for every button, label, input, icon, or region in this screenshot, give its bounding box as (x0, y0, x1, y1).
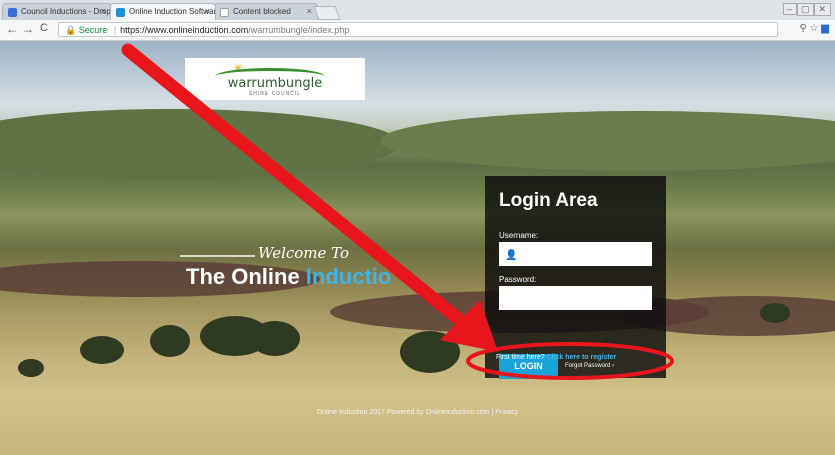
url-host: https://www.onlineinduction.com (120, 25, 249, 35)
new-tab-button[interactable] (313, 6, 341, 20)
close-icon[interactable]: × (307, 6, 312, 16)
site-favicon-icon (116, 8, 125, 17)
headline-white: The Online (186, 264, 306, 289)
council-logo: ✳ warrumbungle SHIRE COUNCIL (185, 58, 365, 100)
tab-online-induction[interactable]: Online Induction Software × (110, 3, 216, 20)
username-label: Username: (499, 231, 539, 240)
tab-title: Online Induction Software (129, 7, 216, 16)
tab-content-blocked[interactable]: Content blocked × (214, 3, 318, 20)
close-icon[interactable]: × (101, 6, 106, 16)
user-icon: 👤 (505, 250, 518, 261)
back-button[interactable]: ← (6, 22, 18, 36)
tab-title: Content blocked (233, 7, 291, 16)
tree (150, 325, 190, 357)
page-icon (220, 8, 229, 17)
tree (250, 321, 300, 356)
tree (400, 331, 460, 373)
tree (18, 359, 44, 377)
star-icon[interactable]: ☆ (810, 23, 819, 34)
toolbar-icons: ⚲ ☆ ▆ (799, 23, 829, 34)
logo-name: warrumbungle (227, 76, 323, 91)
reload-button[interactable]: C (40, 22, 48, 34)
logo-subtitle: SHIRE COUNCIL (248, 91, 302, 97)
address-bar: ← → C 🔒 Secure | https://www.onlineinduct… (0, 20, 835, 41)
tree (760, 303, 790, 323)
extension-icon[interactable]: ▆ (821, 23, 829, 34)
page-background: ✳ warrumbungle SHIRE COUNCIL Welcome To … (0, 41, 835, 455)
username-field[interactable] (499, 242, 652, 266)
key-icon[interactable]: ⚲ (799, 23, 806, 34)
welcome-text: Welcome To (258, 244, 350, 262)
password-label: Password: (499, 275, 537, 284)
window-controls[interactable]: – ▢ ✕ (782, 3, 831, 16)
page-headline: The Online Inductio (186, 264, 391, 290)
tree (80, 336, 124, 364)
url-separator: | (113, 25, 117, 35)
url-path: /warrumbungle/index.php (248, 25, 350, 35)
hill (380, 111, 835, 171)
url-field[interactable]: 🔒 Secure | https://www.onlineinduction.co… (58, 22, 778, 37)
first-time-text: First time here? (496, 354, 547, 361)
dropbox-icon (8, 8, 17, 17)
welcome-line (180, 255, 255, 257)
forward-button[interactable]: → (22, 22, 34, 36)
register-prompt: First time here? Click here to register (496, 354, 616, 361)
register-link[interactable]: Click here to register (547, 354, 617, 361)
close-icon[interactable]: × (205, 6, 210, 16)
forgot-password-link[interactable]: Forgot Password › (565, 363, 614, 369)
tab-bar: Council Inductions - Dropb × Online Indu… (0, 0, 835, 21)
secure-label: Secure (78, 25, 108, 35)
tab-council-inductions[interactable]: Council Inductions - Dropb × (2, 3, 112, 20)
login-title: Login Area (499, 190, 598, 211)
headline-blue: Inductio (305, 264, 392, 289)
tab-title: Council Inductions - Dropb (21, 7, 112, 16)
page-footer: Online Induction 2017 Powered by OnlineI… (316, 409, 519, 416)
lock-icon: 🔒 (65, 25, 77, 35)
hill (0, 109, 400, 179)
login-panel: Login Area Username: 👤 Password: LOGIN F… (485, 176, 666, 379)
password-field[interactable] (499, 286, 652, 310)
